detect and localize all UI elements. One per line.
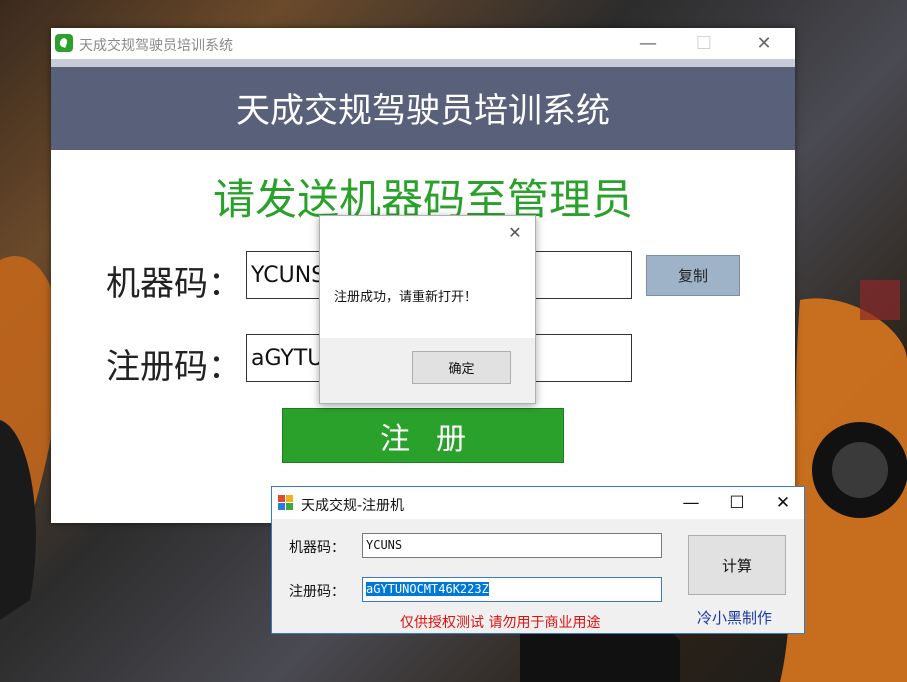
- main-titlebar[interactable]: 天成交规驾驶员培训系统 — ☐ ✕: [51, 28, 795, 59]
- keygen-window: 天成交规-注册机 — ☐ ✕ 机器码： YCUNS 注册码： aGYTUNOCM…: [271, 486, 805, 634]
- keygen-window-title: 天成交规-注册机: [301, 498, 405, 514]
- register-button[interactable]: 注册: [282, 408, 564, 463]
- keygen-app-icon: [278, 495, 294, 511]
- calculate-button[interactable]: 计算: [688, 535, 786, 595]
- app-leaf-icon: [55, 34, 73, 52]
- success-message-box: ✕ 注册成功，请重新打开！ 确定: [319, 215, 536, 404]
- keygen-reg-label: 注册码：: [289, 584, 345, 600]
- main-minimize-button[interactable]: —: [625, 28, 671, 59]
- main-maximize-button[interactable]: ☐: [681, 28, 727, 59]
- keygen-machine-label: 机器码：: [289, 540, 345, 556]
- keygen-close-button[interactable]: ✕: [760, 487, 806, 519]
- keygen-minimize-button[interactable]: —: [668, 487, 714, 519]
- usage-warning: 仅供授权测试 请勿用于商业用途: [400, 615, 601, 631]
- main-window-title: 天成交规驾驶员培训系统: [79, 38, 233, 54]
- keygen-reg-value: aGYTUNOCMT46K223Z: [366, 582, 489, 596]
- message-close-button[interactable]: ✕: [501, 220, 529, 244]
- main-header-title: 天成交规驾驶员培训系统: [236, 91, 610, 131]
- ok-button[interactable]: 确定: [412, 351, 511, 384]
- message-text: 注册成功，请重新打开！: [334, 290, 478, 305]
- keygen-machine-input[interactable]: YCUNS: [362, 533, 662, 558]
- machine-code-label: 机器码：: [106, 264, 242, 304]
- author-credit-link[interactable]: 冷小黑制作: [697, 607, 772, 628]
- main-header-banner: 天成交规驾驶员培训系统: [51, 59, 795, 150]
- keygen-titlebar[interactable]: 天成交规-注册机 — ☐ ✕: [272, 487, 804, 519]
- copy-button[interactable]: 复制: [646, 255, 740, 296]
- keygen-reg-input[interactable]: aGYTUNOCMT46K223Z: [362, 577, 662, 602]
- registration-code-label: 注册码：: [106, 347, 242, 387]
- keygen-maximize-button[interactable]: ☐: [714, 487, 760, 519]
- main-close-button[interactable]: ✕: [741, 28, 787, 59]
